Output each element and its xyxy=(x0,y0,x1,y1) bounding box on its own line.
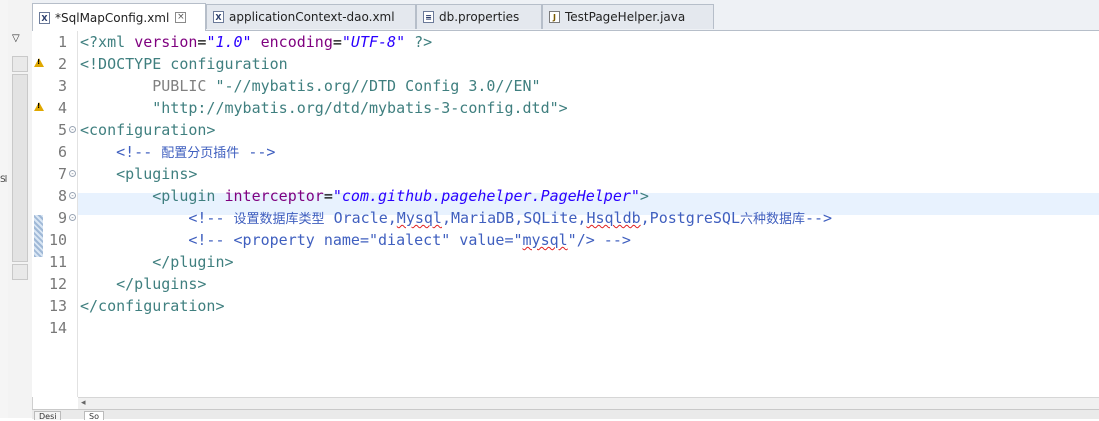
line-number: 12 xyxy=(48,275,67,293)
tab-testpagehelper-java[interactable]: J TestPageHelper.java xyxy=(542,4,714,29)
occurrence-marker xyxy=(34,215,43,257)
code-line-1: <?xml version="1.0" encoding="UTF-8" ?> xyxy=(80,33,433,51)
properties-file-icon: ≡ xyxy=(423,11,434,23)
code-line-9: <!-- 设置数据库类型 Oracle,Mysql,MariaDB,SQLite… xyxy=(188,209,833,227)
xml-file-icon: X xyxy=(39,11,50,24)
line-number: 10 xyxy=(48,231,67,249)
line-number-gutter: 1 2 3 4 5 - 6 7 - 8 - 9 - 10 11 12 13 14 xyxy=(47,31,78,397)
scroll-left-icon[interactable]: ◂ xyxy=(81,398,86,408)
line-number: 14 xyxy=(48,319,67,337)
code-line-3: PUBLIC "-//mybatis.org//DTD Config 3.0//… xyxy=(152,77,541,95)
line-number: 1 xyxy=(57,33,67,51)
line-number: 9 xyxy=(57,209,67,227)
view-menu-icon[interactable]: ▽ xyxy=(12,33,20,44)
tab-design[interactable]: Desi xyxy=(34,411,62,421)
tab-applicationcontext-dao[interactable]: X applicationContext-dao.xml xyxy=(206,4,416,29)
scrollbar-thumb[interactable] xyxy=(12,74,28,262)
line-number: 11 xyxy=(48,253,67,271)
scroll-down-button[interactable] xyxy=(12,264,28,280)
warning-icon[interactable] xyxy=(34,102,44,111)
line-number: 8 xyxy=(57,187,67,205)
java-file-icon: J xyxy=(549,11,560,23)
code-line-8: <plugin interceptor="com.github.pagehelp… xyxy=(152,187,649,205)
close-icon[interactable]: × xyxy=(175,12,187,23)
code-line-6: <!-- 配置分页插件 --> xyxy=(116,143,276,161)
code-line-13: </configuration> xyxy=(80,297,225,315)
left-view-scroll-panel: ▽ xyxy=(8,0,33,418)
fold-toggle-icon[interactable]: - xyxy=(69,126,76,134)
tab-label: db.properties xyxy=(439,10,520,24)
left-view-fragment: Sl xyxy=(0,175,7,185)
tab-label: TestPageHelper.java xyxy=(565,10,686,24)
code-line-4: "http://mybatis.org/dtd/mybatis-3-config… xyxy=(152,99,568,117)
tab-source[interactable]: So xyxy=(84,411,104,421)
tab-db-properties[interactable]: ≡ db.properties xyxy=(416,4,542,29)
editor-tab-bar: X *SqlMapConfig.xml × X applicationConte… xyxy=(32,0,1099,31)
code-line-12: </plugins> xyxy=(116,275,207,293)
code-line-10: <!-- <property name="dialect" value="mys… xyxy=(188,231,631,249)
fold-toggle-icon[interactable]: - xyxy=(69,170,76,178)
code-line-5: <configuration> xyxy=(80,121,216,139)
tab-label: applicationContext-dao.xml xyxy=(229,10,395,24)
line-number: 3 xyxy=(57,77,67,95)
xml-file-icon: X xyxy=(213,11,224,23)
scroll-up-button[interactable] xyxy=(12,56,28,72)
fold-toggle-icon[interactable]: - xyxy=(69,214,76,222)
code-line-7: <plugins> xyxy=(116,165,198,183)
line-number: 7 xyxy=(57,165,67,183)
warning-icon[interactable] xyxy=(34,58,44,67)
line-number: 5 xyxy=(57,121,67,139)
line-number: 2 xyxy=(57,55,67,73)
marker-ruler xyxy=(32,31,47,397)
line-number: 4 xyxy=(57,99,67,117)
code-line-11: </plugin> xyxy=(152,253,234,271)
code-line-2: <!DOCTYPE configuration xyxy=(80,55,288,73)
fold-toggle-icon[interactable]: - xyxy=(69,192,76,200)
tab-sqlmapconfig[interactable]: X *SqlMapConfig.xml × xyxy=(32,3,206,31)
code-editor[interactable]: <?xml version="1.0" encoding="UTF-8" ?> … xyxy=(78,31,1099,397)
line-number: 6 xyxy=(57,143,67,161)
tab-label: *SqlMapConfig.xml xyxy=(55,10,170,25)
line-number: 13 xyxy=(48,297,67,315)
